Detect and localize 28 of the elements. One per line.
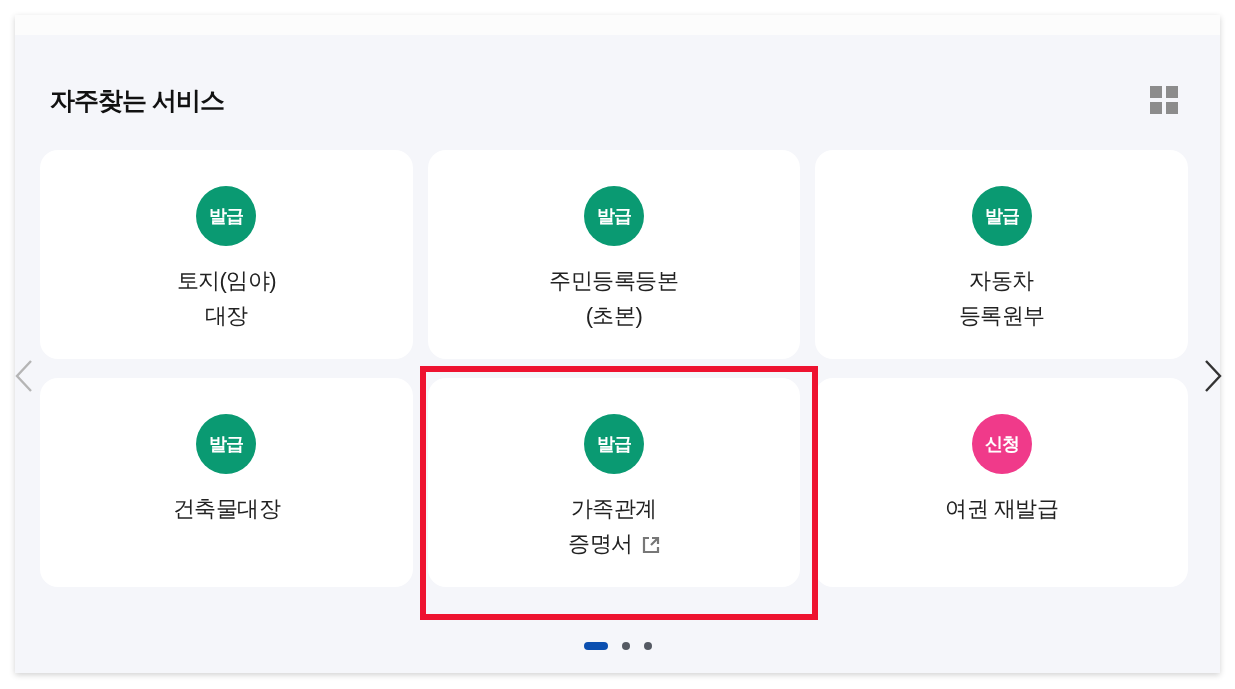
service-label: 가족관계	[571, 495, 657, 523]
category-badge: 신청	[971, 414, 1032, 474]
service-label: 주민등록등본	[549, 267, 679, 295]
service-card[interactable]: 발급 주민등록등본 (초본)	[427, 150, 801, 359]
service-label: 여권 재발급	[945, 495, 1059, 523]
service-label: 건축물대장	[172, 495, 281, 523]
service-label: 자동차	[969, 267, 1034, 295]
service-card[interactable]: 발급 자동차 등록원부	[815, 150, 1188, 359]
section-title: 자주찾는 서비스	[50, 85, 224, 115]
category-badge: 발급	[584, 186, 644, 246]
category-badge: 발급	[971, 186, 1032, 246]
page-indicator[interactable]	[643, 642, 652, 650]
category-badge: 발급	[196, 414, 257, 474]
service-card[interactable]: 발급 건축물대장	[40, 378, 413, 587]
service-card[interactable]: 발급 가족관계 증명서	[427, 378, 801, 587]
service-label: (초본)	[585, 302, 643, 330]
service-label: 등록원부	[958, 302, 1045, 330]
category-badge: 발급	[584, 414, 644, 474]
service-card[interactable]: 발급 토지(임야) 대장	[40, 150, 413, 359]
service-label: 토지(임야)	[176, 267, 277, 295]
page-indicator[interactable]	[621, 642, 630, 650]
service-label: 증명서	[568, 530, 633, 558]
service-card[interactable]: 신청 여권 재발급	[815, 378, 1188, 587]
category-badge: 발급	[196, 186, 257, 246]
page-indicator[interactable]	[583, 642, 608, 650]
next-arrow-icon[interactable]	[1204, 360, 1222, 392]
grid-view-icon[interactable]	[1150, 86, 1178, 114]
service-label: 대장	[204, 302, 248, 330]
